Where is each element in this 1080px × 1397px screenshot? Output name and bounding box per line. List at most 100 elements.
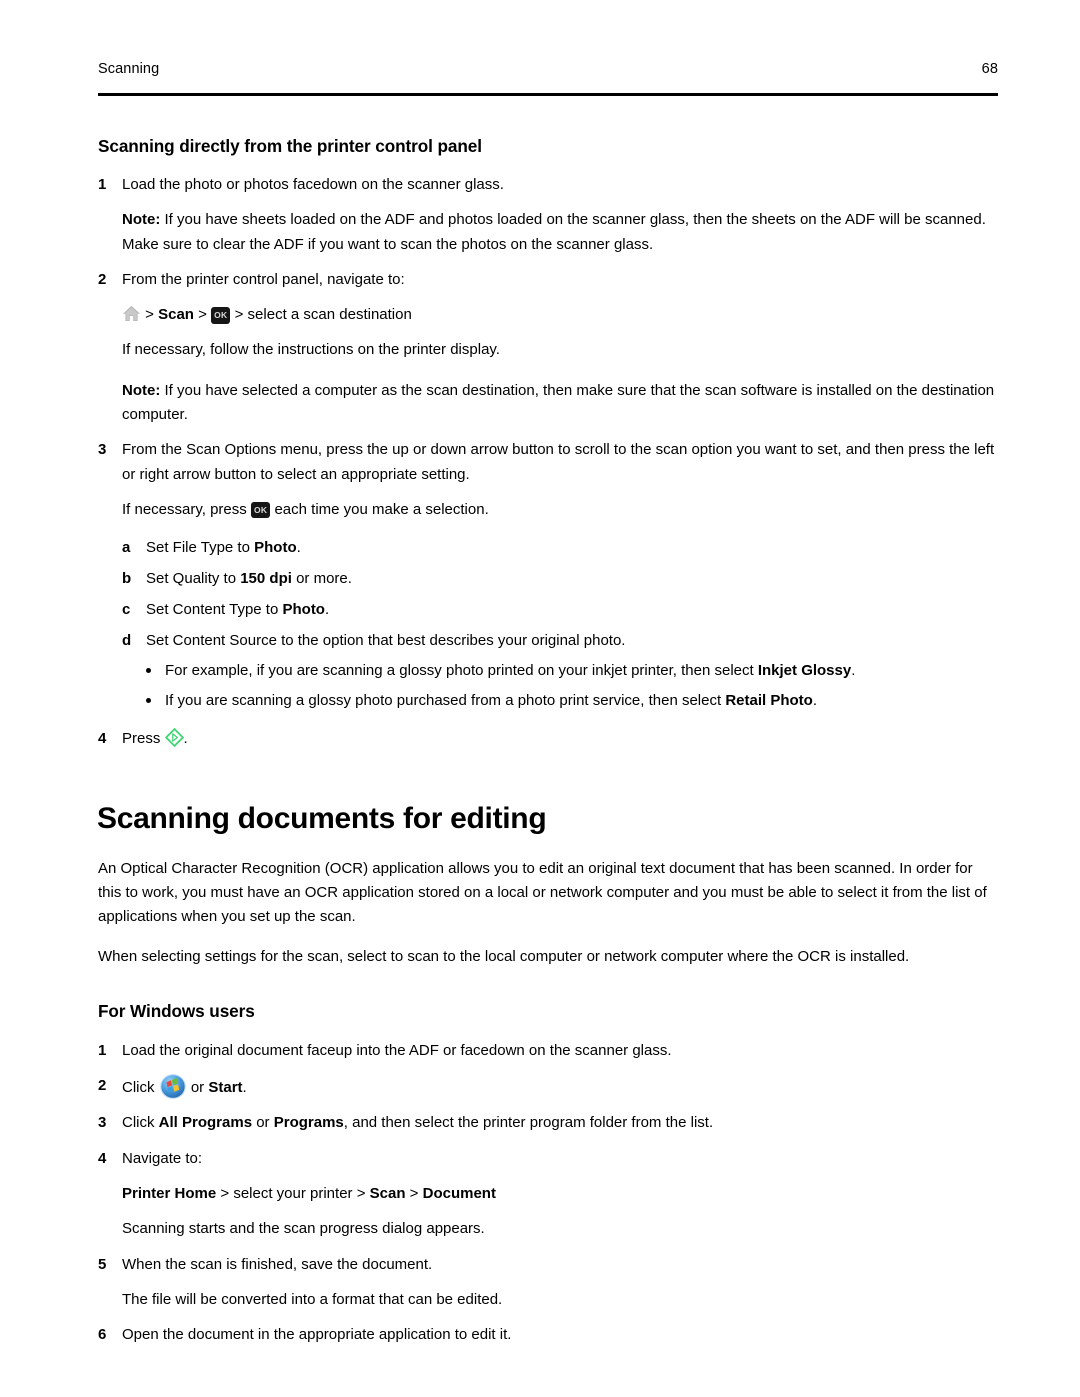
ocr-paragraph-1: An Optical Character Recognition (OCR) a…: [98, 859, 987, 926]
substep-letter: d: [122, 631, 132, 649]
substep-text: Set Content Source to the option that be…: [146, 626, 1000, 657]
substep-text-before: Set File Type to: [146, 539, 255, 557]
windows-step-1: 1 Load the original document faceup into…: [98, 1039, 1000, 1063]
substep-text: Set Content Type to Photo.: [146, 595, 1000, 626]
page-number: 68: [981, 61, 998, 77]
step-number: 1: [98, 1041, 107, 1059]
nav-separator-2: >: [352, 1184, 370, 1202]
start-button-icon: [164, 728, 184, 748]
step-text: Navigate to:: [122, 1149, 203, 1167]
control-panel-navigation-path: > Scan > OK > select a scan destination: [122, 303, 1000, 327]
follow-instructions-text: If necessary, follow the instructions on…: [122, 341, 500, 359]
nav-item-printer-home: Printer Home: [122, 1184, 217, 1202]
substep-value: 150 dpi: [240, 570, 292, 588]
step-4: 4 Press .: [98, 727, 1000, 751]
step-text: Load the photo or photos facedown on the…: [122, 176, 504, 193]
nav-item-select-printer: select your printer: [233, 1184, 353, 1202]
substep-text-after: or more.: [291, 570, 352, 588]
scan-progress-result-text: Scanning starts and the scan progress di…: [122, 1220, 485, 1238]
note-adf-sheets: Note: If you have sheets loaded on the A…: [122, 208, 1000, 257]
home-icon: [123, 306, 140, 322]
header-section-title: Scanning: [98, 61, 160, 77]
ocr-paragraph-2: When selecting settings for the scan, se…: [98, 948, 910, 966]
printer-home-navigation-path: Printer Home > select your printer > Sca…: [122, 1182, 1000, 1206]
substep-d: d Set Content Source to the option that …: [122, 626, 1000, 657]
substep-text-after: .: [296, 539, 301, 557]
windows-start-orb-icon: [159, 1074, 186, 1099]
windows-step-5: 5 When the scan is finished, save the do…: [98, 1253, 1000, 1277]
step-text: From the Scan Options menu, press the up…: [122, 441, 995, 483]
all-programs-label: All Programs: [158, 1114, 253, 1132]
start-label: Start: [208, 1079, 243, 1097]
substep-text: Set Quality to 150 dpi or more.: [146, 564, 1000, 595]
windows-step-2: 2 Click or Start.: [98, 1074, 1000, 1100]
note-text: If you have sheets loaded on the ADF and…: [122, 211, 986, 253]
step-text: Click or Start.: [122, 1074, 1000, 1100]
document-page: Scanning 68 Scanning directly from the p…: [0, 0, 1080, 1397]
subheading-for-windows-users: For Windows users: [98, 1000, 255, 1021]
substep-text-before: Set Content Source to the option that be…: [146, 631, 626, 649]
substep-b: b Set Quality to 150 dpi or more.: [122, 564, 1000, 595]
bullet-marker: [146, 656, 165, 686]
ok-key-icon: OK: [211, 307, 231, 324]
page-content: Scanning directly from the printer contr…: [97, 136, 1000, 1347]
substep-letter: a: [122, 539, 131, 557]
step-number: 4: [98, 1149, 107, 1167]
step-number: 3: [98, 1114, 107, 1132]
substep-value: Photo: [254, 539, 297, 557]
bullet-text-after: .: [851, 662, 856, 680]
windows-step-6: 6 Open the document in the appropriate a…: [98, 1323, 1000, 1347]
nav-item-scan: Scan: [158, 306, 194, 324]
step-number: 2: [98, 270, 107, 288]
windows-step-4: 4 Navigate to:: [98, 1147, 1000, 1171]
step-text: From the printer control panel, navigate…: [122, 270, 405, 288]
step-text: Press .: [122, 727, 1000, 751]
substep-text: Set File Type to Photo.: [146, 533, 1000, 564]
step-2: 2 From the printer control panel, naviga…: [98, 268, 1000, 292]
substep-c: c Set Content Type to Photo.: [122, 595, 1000, 626]
step-number: 6: [98, 1326, 107, 1344]
note-label: Note:: [122, 211, 161, 229]
file-conversion-result-text: The file will be converted into a format…: [122, 1290, 503, 1308]
step-number: 4: [98, 730, 107, 748]
bullet-text: For example, if you are scanning a gloss…: [165, 656, 1000, 686]
or-label: or: [186, 1079, 209, 1097]
bullet-text-after: .: [812, 692, 818, 710]
bullet-value: Retail Photo: [725, 692, 813, 710]
header-rule: [98, 93, 998, 96]
nav-separator-1: >: [141, 306, 159, 324]
substep-a: a Set File Type to Photo.: [122, 533, 1000, 564]
substep-letter: b: [122, 570, 132, 588]
press-after: .: [183, 730, 188, 748]
click-label: Click: [122, 1114, 159, 1132]
press-ok-before: If necessary, press: [122, 500, 251, 518]
bullet-marker: [146, 686, 165, 716]
windows-step-3: 3 Click All Programs or Programs, and th…: [98, 1111, 1000, 1135]
note-text: If you have selected a computer as the s…: [122, 381, 995, 424]
nav-item-document: Document: [422, 1184, 496, 1202]
nav-separator-3: >: [405, 1184, 423, 1202]
chapter-heading-scanning-documents: Scanning documents for editing: [97, 801, 547, 835]
nav-separator-3: >: [230, 306, 248, 324]
bullet-inkjet-glossy: For example, if you are scanning a gloss…: [146, 656, 1000, 686]
bullet-text-before: For example, if you are scanning a gloss…: [165, 662, 758, 680]
step-text: When the scan is finished, save the docu…: [122, 1255, 433, 1273]
substep-text-before: Set Quality to: [146, 570, 241, 588]
ok-key-icon: OK: [250, 501, 271, 519]
press-label: Press: [122, 730, 165, 748]
or-label: or: [252, 1114, 274, 1132]
nav-separator-2: >: [193, 306, 212, 324]
programs-label: Programs: [273, 1114, 344, 1132]
bullet-value: Inkjet Glossy: [757, 662, 852, 680]
bullet-text-before: If you are scanning a glossy photo purch…: [165, 692, 726, 710]
substep-value: Photo: [282, 600, 325, 618]
step-text-after: , and then select the printer program fo…: [343, 1114, 714, 1132]
click-label: Click: [122, 1079, 159, 1097]
note-scan-destination: Note: If you have selected a computer as…: [122, 379, 1000, 428]
press-ok-after: each time you make a selection.: [270, 500, 489, 518]
step-text: Click All Programs or Programs, and then…: [122, 1111, 1000, 1135]
step-number: 1: [98, 176, 107, 193]
nav-item-destination: select a scan destination: [247, 306, 412, 324]
step-number: 2: [98, 1077, 107, 1095]
step-3: 3 From the Scan Options menu, press the …: [98, 438, 1000, 487]
